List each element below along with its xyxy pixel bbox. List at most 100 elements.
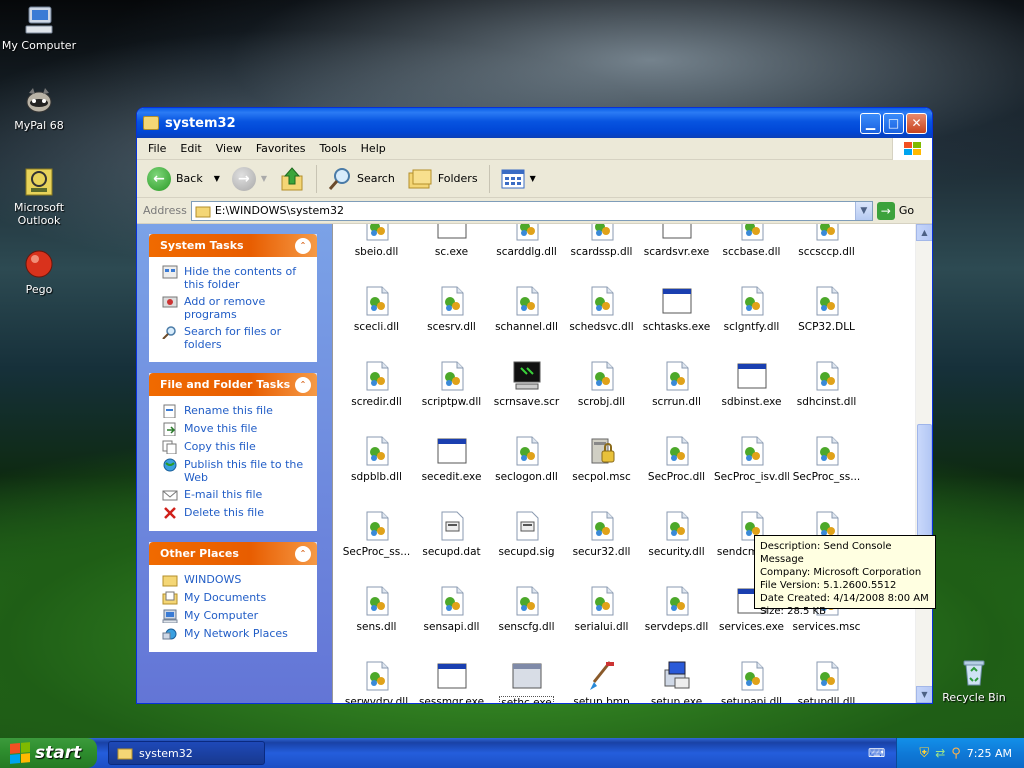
file-item[interactable]: SecProc_ss... [339,510,414,558]
start-button[interactable]: start [0,738,97,768]
file-item[interactable]: serialui.dll [564,585,639,633]
file-item[interactable]: secpol.msc [564,435,639,483]
menu-view[interactable]: View [209,142,249,155]
desktop-icon-recycle-bin[interactable]: Recycle Bin [934,656,1014,704]
clock[interactable]: 7:25 AM [967,747,1012,760]
file-item[interactable]: secedit.exe [414,435,489,483]
file-item[interactable]: setup.exe [639,660,714,703]
file-item[interactable]: setupapi.dll [714,660,789,703]
maximize-button[interactable]: □ [883,112,904,134]
file-item[interactable]: scardsvr.exe [639,224,714,258]
file-item[interactable]: SCP32.DLL [789,285,864,333]
task-delete-file[interactable]: Delete this file [162,506,308,520]
file-item[interactable]: sclgntfy.dll [714,285,789,333]
file-item[interactable]: sdpblb.dll [339,435,414,483]
close-button[interactable]: ✕ [906,112,927,134]
task-add-remove-programs[interactable]: Add or remove programs [162,295,308,321]
file-item[interactable]: secupd.sig [489,510,564,558]
file-item[interactable]: sbeio.dll [339,224,414,258]
task-hide-contents[interactable]: Hide the contents of this folder [162,265,308,291]
task-move-file[interactable]: Move this file [162,422,308,436]
file-item[interactable]: sccbase.dll [714,224,789,258]
menu-favorites[interactable]: Favorites [249,142,313,155]
file-folder-tasks-header[interactable]: File and Folder Tasks ⌃ [149,373,317,396]
dll-file-icon [661,360,693,392]
file-item[interactable]: seclogon.dll [489,435,564,483]
taskbar-button-system32[interactable]: system32 [108,741,265,765]
vertical-scrollbar[interactable]: ▲ ▼ [915,224,932,703]
file-item[interactable]: sessmgr.exe [414,660,489,703]
scroll-thumb[interactable] [917,424,932,542]
file-item[interactable]: scarddlg.dll [489,224,564,258]
other-places-header[interactable]: Other Places ⌃ [149,542,317,565]
file-item[interactable]: sens.dll [339,585,414,633]
views-button[interactable]: ▼ [497,166,540,192]
file-item[interactable]: scriptpw.dll [414,360,489,408]
forward-button[interactable]: → ▼ [228,165,271,193]
file-item[interactable]: scecli.dll [339,285,414,333]
address-dropdown-button[interactable]: ▼ [854,201,872,220]
task-publish-web[interactable]: Publish this file to the Web [162,458,308,484]
task-copy-file[interactable]: Copy this file [162,440,308,454]
task-rename-file[interactable]: Rename this file [162,404,308,418]
file-item[interactable]: schannel.dll [489,285,564,333]
address-input[interactable]: E:\WINDOWS\system32 ▼ [190,200,873,221]
menu-edit[interactable]: Edit [173,142,208,155]
scroll-down-button[interactable]: ▼ [916,686,932,703]
file-item[interactable]: setupdll.dll [789,660,864,703]
menu-help[interactable]: Help [354,142,393,155]
place-my-network-places[interactable]: My Network Places [162,627,308,641]
title-bar[interactable]: system32 ▁ □ ✕ [137,108,932,138]
file-item[interactable]: security.dll [639,510,714,558]
up-folder-button[interactable] [275,164,309,194]
task-search-files[interactable]: Search for files or folders [162,325,308,351]
file-item-label: sethc.exe [499,696,554,703]
search-tray-icon[interactable]: ⚲ [951,746,961,761]
file-item[interactable]: secupd.dat [414,510,489,558]
file-item[interactable]: setup.bmp [564,660,639,703]
file-item[interactable]: SecProc.dll [639,435,714,483]
place-windows[interactable]: WINDOWS [162,573,308,587]
file-item[interactable]: SecProc_isv.dll [714,435,789,483]
scroll-up-button[interactable]: ▲ [916,224,932,241]
file-item-label: scrobj.dll [577,396,626,408]
search-button[interactable]: Search [324,165,399,193]
file-item[interactable]: secur32.dll [564,510,639,558]
file-item[interactable]: sethc.exe [489,660,564,703]
desktop-icon-pego[interactable]: Pego [0,248,79,296]
file-item[interactable]: sccsccp.dll [789,224,864,258]
go-button[interactable]: → Go [876,201,914,220]
file-item[interactable]: scardssp.dll [564,224,639,258]
file-item[interactable]: sc.exe [414,224,489,258]
file-item[interactable]: schtasks.exe [639,285,714,333]
file-item[interactable]: sdhcinst.dll [789,360,864,408]
network-icon[interactable]: ⇄ [935,746,945,760]
file-item[interactable]: scrobj.dll [564,360,639,408]
desktop-icon-mypal[interactable]: MyPal 68 [0,84,79,132]
desktop-icon-my-computer[interactable]: My Computer [0,4,79,52]
file-item[interactable]: scrnsave.scr [489,360,564,408]
menu-file[interactable]: File [141,142,173,155]
file-item[interactable]: sensapi.dll [414,585,489,633]
file-item[interactable]: schedsvc.dll [564,285,639,333]
place-my-computer[interactable]: My Computer [162,609,308,623]
keyboard-icon[interactable]: ⌨ [868,746,885,760]
security-shield-icon[interactable]: ⛨ [919,746,929,761]
desktop-icon-outlook[interactable]: Microsoft Outlook [0,166,79,227]
place-my-documents[interactable]: My Documents [162,591,308,605]
folders-button[interactable]: Folders [403,165,482,193]
file-item[interactable]: SecProc_ss... [789,435,864,483]
file-item[interactable]: serwvdrv.dll [339,660,414,703]
file-item[interactable]: scredir.dll [339,360,414,408]
file-item[interactable]: senscfg.dll [489,585,564,633]
task-email-file[interactable]: E-mail this file [162,488,308,502]
file-item[interactable]: scrrun.dll [639,360,714,408]
menu-tools[interactable]: Tools [313,142,354,155]
back-button[interactable]: ← Back ▼ [143,165,224,193]
minimize-button[interactable]: ▁ [860,112,881,134]
system-tasks-header[interactable]: System Tasks ⌃ [149,234,317,257]
file-item[interactable]: sdbinst.exe [714,360,789,408]
file-item[interactable]: scesrv.dll [414,285,489,333]
toolbar: ← Back ▼ → ▼ Search Folders ▼ [137,160,932,198]
file-item[interactable]: servdeps.dll [639,585,714,633]
